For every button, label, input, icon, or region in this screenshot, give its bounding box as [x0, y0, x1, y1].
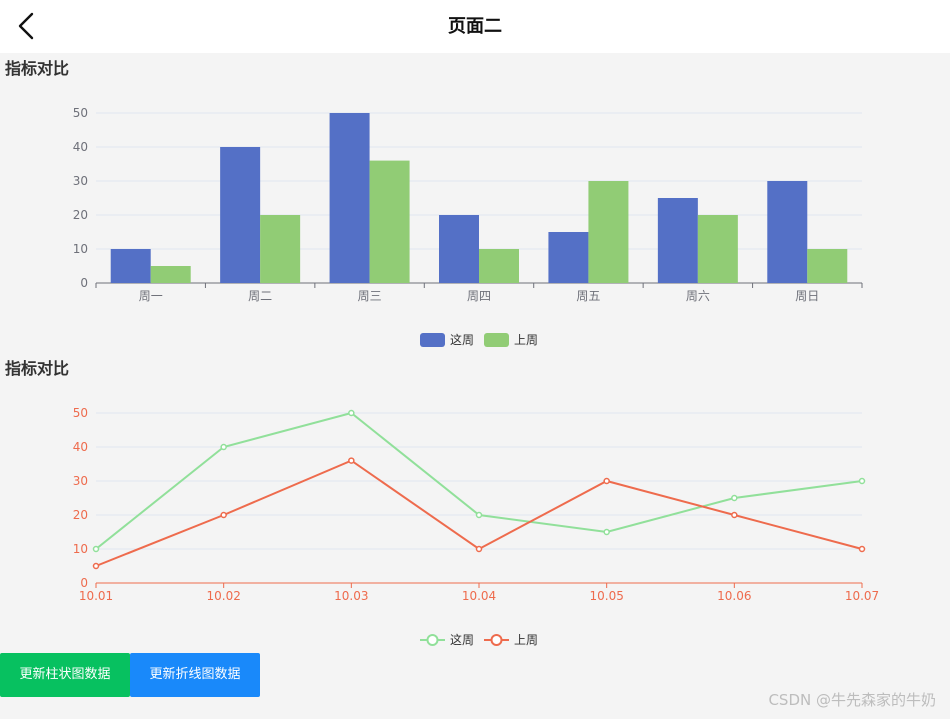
- y-tick-label: 50: [73, 106, 88, 120]
- y-tick-label: 40: [73, 140, 88, 154]
- header-bar: 页面二: [0, 0, 950, 53]
- data-point: [603, 477, 610, 485]
- bar: [110, 249, 151, 283]
- bar-chart-title: 指标对比: [5, 59, 70, 78]
- bar: [657, 198, 698, 283]
- data-point: [858, 477, 866, 485]
- y-tick-label: 20: [73, 208, 88, 222]
- update-bar-chart-button[interactable]: 更新柱状图数据: [0, 653, 130, 697]
- y-tick-label: 40: [73, 440, 88, 454]
- x-tick-label: 周日: [795, 289, 819, 303]
- y-tick-label: 0: [80, 276, 88, 290]
- bar: [588, 181, 629, 283]
- y-tick-label: 0: [80, 576, 88, 590]
- x-tick-label: 周三: [358, 289, 382, 303]
- watermark: CSDN @牛先森家的牛奶: [768, 691, 936, 709]
- legend-swatch-marker: [426, 634, 439, 646]
- bar: [807, 249, 848, 283]
- legend-swatch: [484, 333, 509, 347]
- bar: [150, 266, 191, 283]
- bar: [479, 249, 519, 283]
- y-tick-label: 30: [73, 474, 88, 488]
- x-tick-label: 10.05: [589, 589, 623, 603]
- legend-label: 上周: [514, 333, 538, 347]
- bar: [767, 181, 808, 283]
- data-point: [603, 528, 610, 536]
- bar: [548, 232, 589, 283]
- y-tick-label: 30: [73, 174, 88, 188]
- x-tick-label: 10.07: [845, 589, 879, 603]
- x-tick-label: 周五: [576, 289, 600, 303]
- bar: [439, 215, 479, 283]
- data-point: [220, 511, 227, 519]
- bar: [697, 215, 738, 283]
- data-point: [220, 443, 227, 451]
- data-point: [348, 457, 355, 464]
- x-tick-label: 周二: [248, 289, 272, 303]
- bar: [369, 160, 410, 283]
- legend-label: 上周: [514, 633, 538, 647]
- y-tick-label: 20: [73, 508, 88, 522]
- x-tick-label: 周四: [467, 289, 491, 303]
- line-chart-title: 指标对比: [5, 359, 70, 378]
- x-tick-label: 10.02: [206, 589, 240, 603]
- update-line-chart-button[interactable]: 更新折线图数据: [130, 653, 260, 697]
- legend-label: 这周: [450, 332, 474, 347]
- x-tick-label: 10.01: [79, 589, 113, 603]
- data-point: [348, 409, 355, 417]
- x-tick-label: 周六: [686, 289, 710, 303]
- data-point: [92, 545, 100, 553]
- bar-chart: 0 10 20 30 40 50 周一 周二 周三 周四 周五 周六 周日这周 上周: [73, 106, 863, 347]
- bar: [220, 147, 261, 283]
- y-tick-label: 10: [73, 542, 88, 556]
- x-tick-label: 周一: [139, 289, 163, 303]
- data-point: [731, 494, 738, 502]
- y-tick-label: 10: [73, 242, 88, 256]
- data-point: [475, 511, 483, 519]
- bar: [260, 215, 301, 283]
- x-tick-label: 10.06: [717, 589, 751, 603]
- legend-swatch: [420, 333, 445, 347]
- legend-label: 这周: [450, 632, 474, 647]
- line-chart: 0 10 20 30 40 50 10.01 10.02 10.03 10.04 10.05 10.0…: [73, 406, 879, 647]
- y-tick-label: 50: [73, 406, 88, 420]
- x-tick-label: 10.03: [334, 589, 368, 603]
- page-title: 页面二: [448, 16, 502, 37]
- data-point: [92, 562, 100, 570]
- legend-swatch-marker: [490, 634, 503, 646]
- x-tick-label: 10.04: [462, 589, 496, 603]
- data-point: [731, 511, 738, 519]
- data-point: [858, 545, 866, 553]
- bar: [329, 113, 370, 283]
- data-point: [475, 545, 483, 553]
